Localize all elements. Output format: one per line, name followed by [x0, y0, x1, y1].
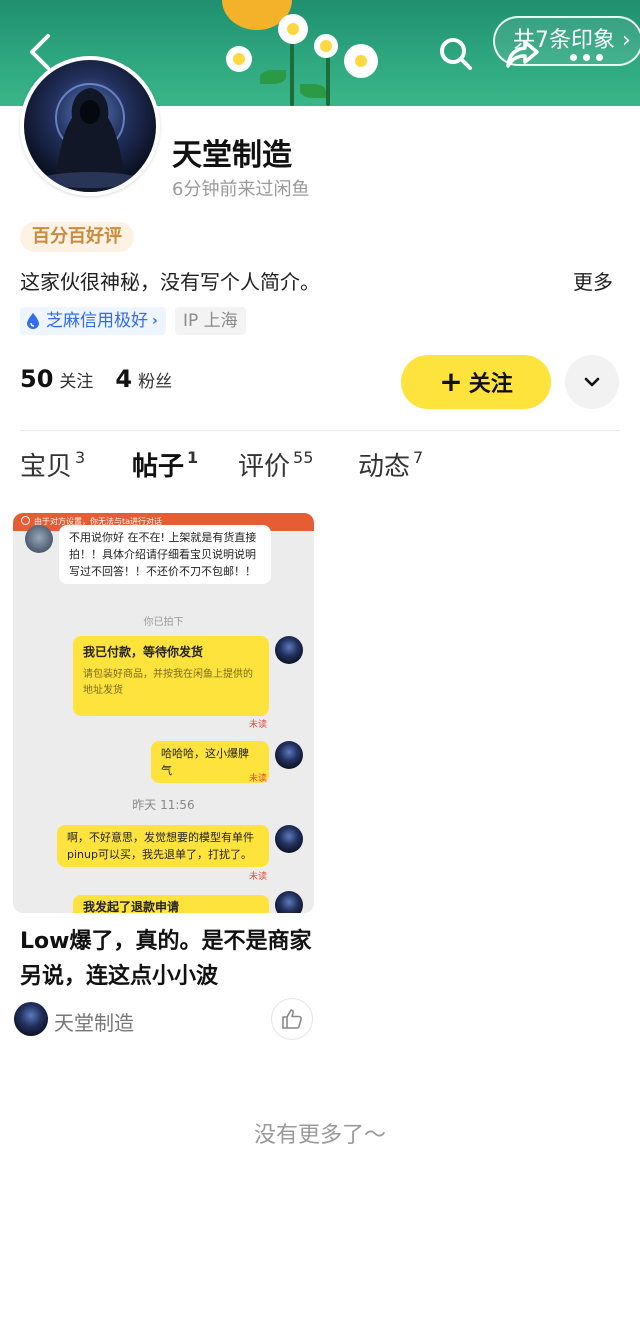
chat-timestamp: 昨天 11:56: [132, 798, 195, 812]
chat-avatar: [275, 636, 303, 664]
following-label[interactable]: 关注: [59, 367, 93, 392]
chat-avatar: [25, 525, 53, 553]
divider: [20, 430, 620, 431]
tab-count: 7: [413, 448, 424, 467]
more-options-button[interactable]: [565, 355, 619, 409]
plus-icon: +: [439, 365, 463, 398]
chat-message: 不用说你好 在不在! 上架就是有货直接拍！！具体介绍请仔细看宝贝说明说明写过不回…: [59, 525, 271, 584]
chat-message: 我已付款，等待你发货 请包装好商品，并按我在闲鱼上提供的地址发货: [73, 636, 269, 716]
banner-flower-center: [355, 55, 367, 67]
unread-label: 未读: [249, 872, 268, 882]
tab-posts[interactable]: 帖子 1: [128, 446, 199, 483]
bio-more-link[interactable]: 更多: [573, 266, 613, 295]
search-icon[interactable]: [436, 34, 476, 74]
chat-avatar: [275, 741, 303, 769]
tab-label: 宝贝: [20, 452, 73, 482]
tab-count: 1: [187, 448, 199, 467]
unread-label: 未读: [249, 720, 268, 730]
chat-message-title: 我已付款，等待你发货: [83, 645, 204, 659]
share-icon[interactable]: [503, 34, 543, 74]
followers-label[interactable]: 粉丝: [138, 367, 172, 392]
banner-leaf: [260, 70, 286, 84]
post-cover-image[interactable]: 由于对方设置，你无法与ta进行对话 不用说你好 在不在! 上架就是有货直接拍！！…: [13, 513, 314, 913]
tab-count: 3: [75, 448, 86, 467]
chat-system-message: 你已拍下: [143, 617, 184, 628]
warning-icon: [21, 516, 30, 525]
avatar[interactable]: [20, 56, 160, 196]
following-count[interactable]: 50: [20, 365, 53, 393]
banner-leaf: [300, 84, 326, 98]
username: 天堂制造: [172, 138, 292, 173]
tab-label: 评价: [238, 452, 291, 482]
banner-flower-center: [287, 23, 299, 35]
unread-label: 未读: [249, 774, 268, 784]
chat-message: 我发起了退款申请: [73, 895, 269, 913]
chat-avatar: [275, 891, 303, 913]
tab-activity[interactable]: 动态 7: [358, 446, 423, 483]
author-avatar[interactable]: [14, 1002, 48, 1036]
follow-button-label: 关注: [468, 372, 513, 397]
credit-badge[interactable]: 芝麻信用极好 ›: [20, 307, 166, 335]
post-title[interactable]: Low爆了，真的。是不是商家另说，连这点小小波: [20, 924, 320, 994]
more-icon[interactable]: [570, 46, 612, 61]
tab-label: 帖子: [132, 452, 185, 482]
chat-avatar: [275, 825, 303, 853]
author-name[interactable]: 天堂制造: [54, 1007, 134, 1036]
chat-message: 啊，不好意思，发觉想要的模型有单件pinup可以买，我先退单了，打扰了。: [57, 825, 269, 867]
thumbs-up-icon: [282, 1009, 302, 1029]
tab-label: 动态: [358, 452, 411, 482]
chevron-right-icon: ›: [152, 313, 158, 329]
sesame-credit-icon: [27, 313, 39, 329]
chat-message-sub: 请包装好商品，并按我在闲鱼上提供的地址发货: [83, 669, 253, 696]
followers-count[interactable]: 4: [115, 365, 132, 393]
chevron-down-icon: [584, 377, 600, 387]
banner-flower-center: [233, 53, 245, 65]
stats-row: 50 关注 4 粉丝: [20, 365, 194, 393]
bio-text: 这家伙很神秘，没有写个人简介。: [20, 270, 320, 294]
tab-count: 55: [293, 448, 314, 467]
tab-items[interactable]: 宝贝 3: [20, 446, 85, 483]
banner-stem: [326, 55, 330, 106]
like-button[interactable]: [271, 998, 313, 1040]
no-more-text: 没有更多了～: [253, 1123, 386, 1148]
positive-rating-tag: 百分百好评: [20, 222, 134, 252]
tab-reviews[interactable]: 评价 55: [238, 446, 313, 483]
last-seen-text: 6分钟前来过闲鱼: [172, 179, 310, 200]
banner-stem: [290, 40, 294, 106]
ip-location-badge: IP 上海: [175, 307, 246, 335]
credit-label: 芝麻信用极好: [46, 311, 148, 331]
follow-button[interactable]: + 关注: [401, 355, 551, 409]
banner-flower-center: [320, 40, 332, 52]
